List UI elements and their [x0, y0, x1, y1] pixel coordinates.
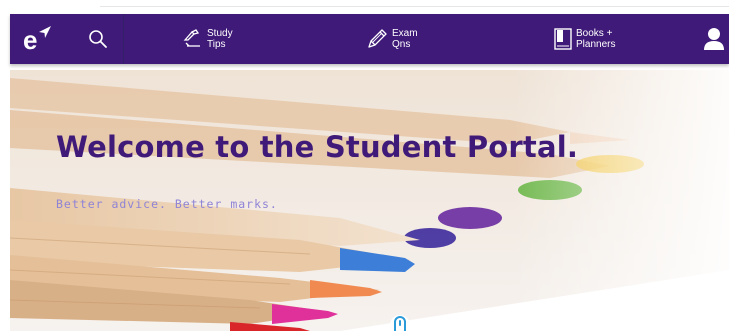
nav-label-line2: Tips: [207, 39, 226, 50]
search-button[interactable]: [72, 14, 124, 64]
nav-label-line1: Exam: [392, 28, 418, 39]
nav-label-line1: Study: [207, 28, 233, 39]
nav-item-study-tips[interactable]: Study Tips: [182, 14, 233, 64]
nav-label-line2: Qns: [392, 39, 411, 50]
nav-label: Study Tips: [207, 28, 233, 50]
book-icon: [554, 28, 572, 50]
nav-item-books-planners[interactable]: Books + Planners: [553, 14, 615, 64]
user-account-button[interactable]: [699, 14, 729, 64]
nav-label-line2: Planners: [576, 39, 616, 50]
hero-subtitle: Better advice. Better marks.: [56, 197, 278, 211]
logo-letter: e: [23, 25, 38, 55]
nav-label-line1: Books +: [576, 28, 613, 39]
logo[interactable]: e: [20, 22, 58, 56]
hero-title: Welcome to the Student Portal.: [56, 130, 579, 164]
hero-banner: Welcome to the Student Portal. Better ad…: [10, 70, 729, 331]
main-navbar: e Study Tips Exam Qns Books + Planners: [10, 14, 729, 64]
logo-arrow-icon: [39, 26, 51, 38]
nav-label: Exam Qns: [392, 28, 418, 50]
pencil-icon: [368, 29, 387, 48]
nav-item-exam-qns[interactable]: Exam Qns: [365, 14, 418, 64]
study-tips-icon: [183, 29, 200, 47]
search-icon: [88, 30, 107, 48]
top-strip: [0, 0, 729, 8]
divider: [100, 6, 729, 7]
page: e Study Tips Exam Qns Books + Planners W…: [0, 0, 729, 331]
nav-label: Books + Planners: [576, 28, 615, 50]
scroll-mouse-icon[interactable]: [389, 314, 411, 331]
user-icon: [704, 28, 724, 50]
